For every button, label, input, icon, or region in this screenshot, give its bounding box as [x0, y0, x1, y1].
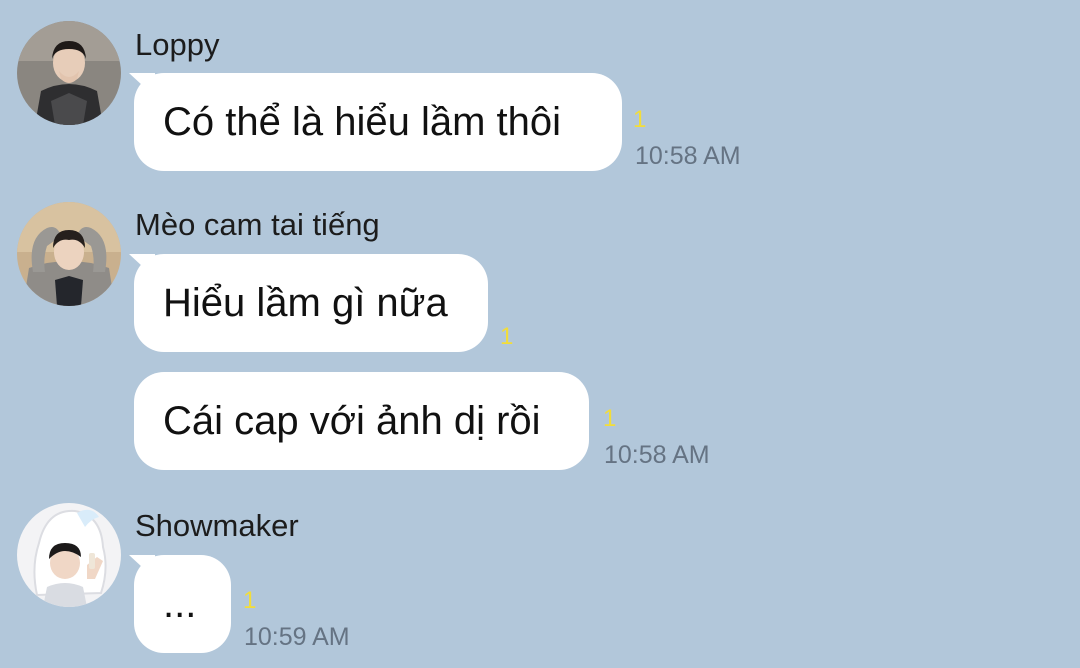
message-text: ... — [163, 582, 197, 626]
message-bubble[interactable]: Hiểu lầm gì nữa — [134, 254, 488, 352]
avatar-loppy[interactable] — [17, 21, 121, 125]
unread-count: 1 — [500, 323, 514, 350]
person-photo-icon — [17, 21, 121, 125]
message-bubble[interactable]: Cái cap với ảnh dị rồi — [134, 372, 589, 470]
unread-count: 1 — [243, 587, 257, 614]
message-text: Cái cap với ảnh dị rồi — [163, 399, 541, 443]
unread-count: 1 — [603, 405, 617, 432]
person-photo-icon — [17, 503, 121, 607]
message-text: Có thể là hiểu lầm thôi — [163, 100, 562, 144]
sender-name: Loppy — [135, 27, 220, 62]
message-text: Hiểu lầm gì nữa — [163, 281, 448, 325]
sender-name: Mèo cam tai tiếng — [135, 207, 380, 242]
message-bubble[interactable]: ... — [134, 555, 231, 653]
person-photo-icon — [17, 202, 121, 306]
message-timestamp: 10:58 AM — [635, 142, 741, 170]
avatar-meo-cam[interactable] — [17, 202, 121, 306]
message-timestamp: 10:59 AM — [244, 623, 350, 651]
message-timestamp: 10:58 AM — [604, 441, 710, 469]
unread-count: 1 — [633, 106, 647, 133]
message-bubble[interactable]: Có thể là hiểu lầm thôi — [134, 73, 622, 171]
sender-name: Showmaker — [135, 508, 299, 543]
avatar-showmaker[interactable] — [17, 503, 121, 607]
